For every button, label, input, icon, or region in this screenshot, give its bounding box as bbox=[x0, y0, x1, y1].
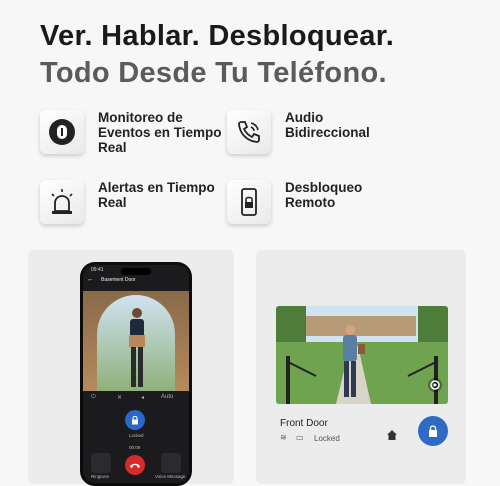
phone-lock-icon bbox=[227, 180, 271, 224]
lock-status: Locked bbox=[314, 434, 340, 443]
battery-icon: ▭ bbox=[296, 433, 304, 442]
feature-label: Alertas en Tiempo Real bbox=[98, 180, 215, 210]
device-name: Front Door bbox=[280, 418, 328, 429]
unlock-button[interactable] bbox=[418, 416, 448, 446]
delivery-person bbox=[129, 308, 145, 387]
speaker-icon[interactable]: ◂ bbox=[141, 394, 144, 401]
voice-message-button[interactable] bbox=[161, 453, 181, 473]
lock-button[interactable] bbox=[125, 410, 145, 430]
lock-icon bbox=[429, 425, 437, 437]
gear-icon[interactable] bbox=[428, 378, 442, 392]
call-timer: 00:09 bbox=[129, 445, 141, 450]
headline-line-2: Todo Desde Tu Teléfono. bbox=[40, 57, 387, 89]
feature-label: Desbloqueo Remoto bbox=[285, 180, 363, 210]
lock-status: Locked bbox=[129, 433, 144, 438]
dynamic-island bbox=[121, 268, 151, 275]
live-video-feed[interactable] bbox=[83, 291, 189, 391]
power-icon[interactable]: ⏻ bbox=[91, 394, 96, 401]
front-door-camera-view[interactable] bbox=[276, 306, 448, 404]
feature-event-monitoring: Monitoreo de Eventos en Tiempo Real bbox=[40, 110, 226, 155]
zoom-label[interactable]: Auto bbox=[161, 394, 173, 400]
phone-mockup: 09:41 ← Basement Door ⏻ ✕ ◂ Auto Locked … bbox=[80, 262, 192, 486]
home-icon[interactable] bbox=[386, 428, 398, 446]
headline-line-1: Ver. Hablar. Desbloquear. bbox=[40, 20, 395, 52]
mute-icon[interactable]: ✕ bbox=[117, 394, 122, 401]
app-title: Basement Door bbox=[101, 277, 136, 283]
feature-remote-unlock: Desbloqueo Remoto bbox=[227, 180, 395, 224]
ringtone-label: Ringtone bbox=[91, 474, 110, 479]
ringtone-button[interactable] bbox=[91, 453, 111, 473]
feature-realtime-alerts: Alertas en Tiempo Real bbox=[40, 180, 226, 224]
phone-call-icon bbox=[227, 110, 271, 154]
alarm-light-icon bbox=[40, 180, 84, 224]
feature-two-way-audio: Audio Bidireccional bbox=[227, 110, 395, 154]
end-call-button[interactable] bbox=[125, 455, 145, 475]
voice-message-label: Voice Message bbox=[155, 474, 186, 479]
wifi-icon: ≋ bbox=[280, 433, 287, 442]
back-icon[interactable]: ← bbox=[87, 276, 94, 283]
feature-label: Monitoreo de Eventos en Tiempo Real bbox=[98, 110, 222, 155]
feature-label: Audio Bidireccional bbox=[285, 110, 370, 140]
front-door-scene bbox=[276, 306, 448, 404]
status-time: 09:41 bbox=[91, 267, 104, 273]
doorbell-icon bbox=[40, 110, 84, 154]
